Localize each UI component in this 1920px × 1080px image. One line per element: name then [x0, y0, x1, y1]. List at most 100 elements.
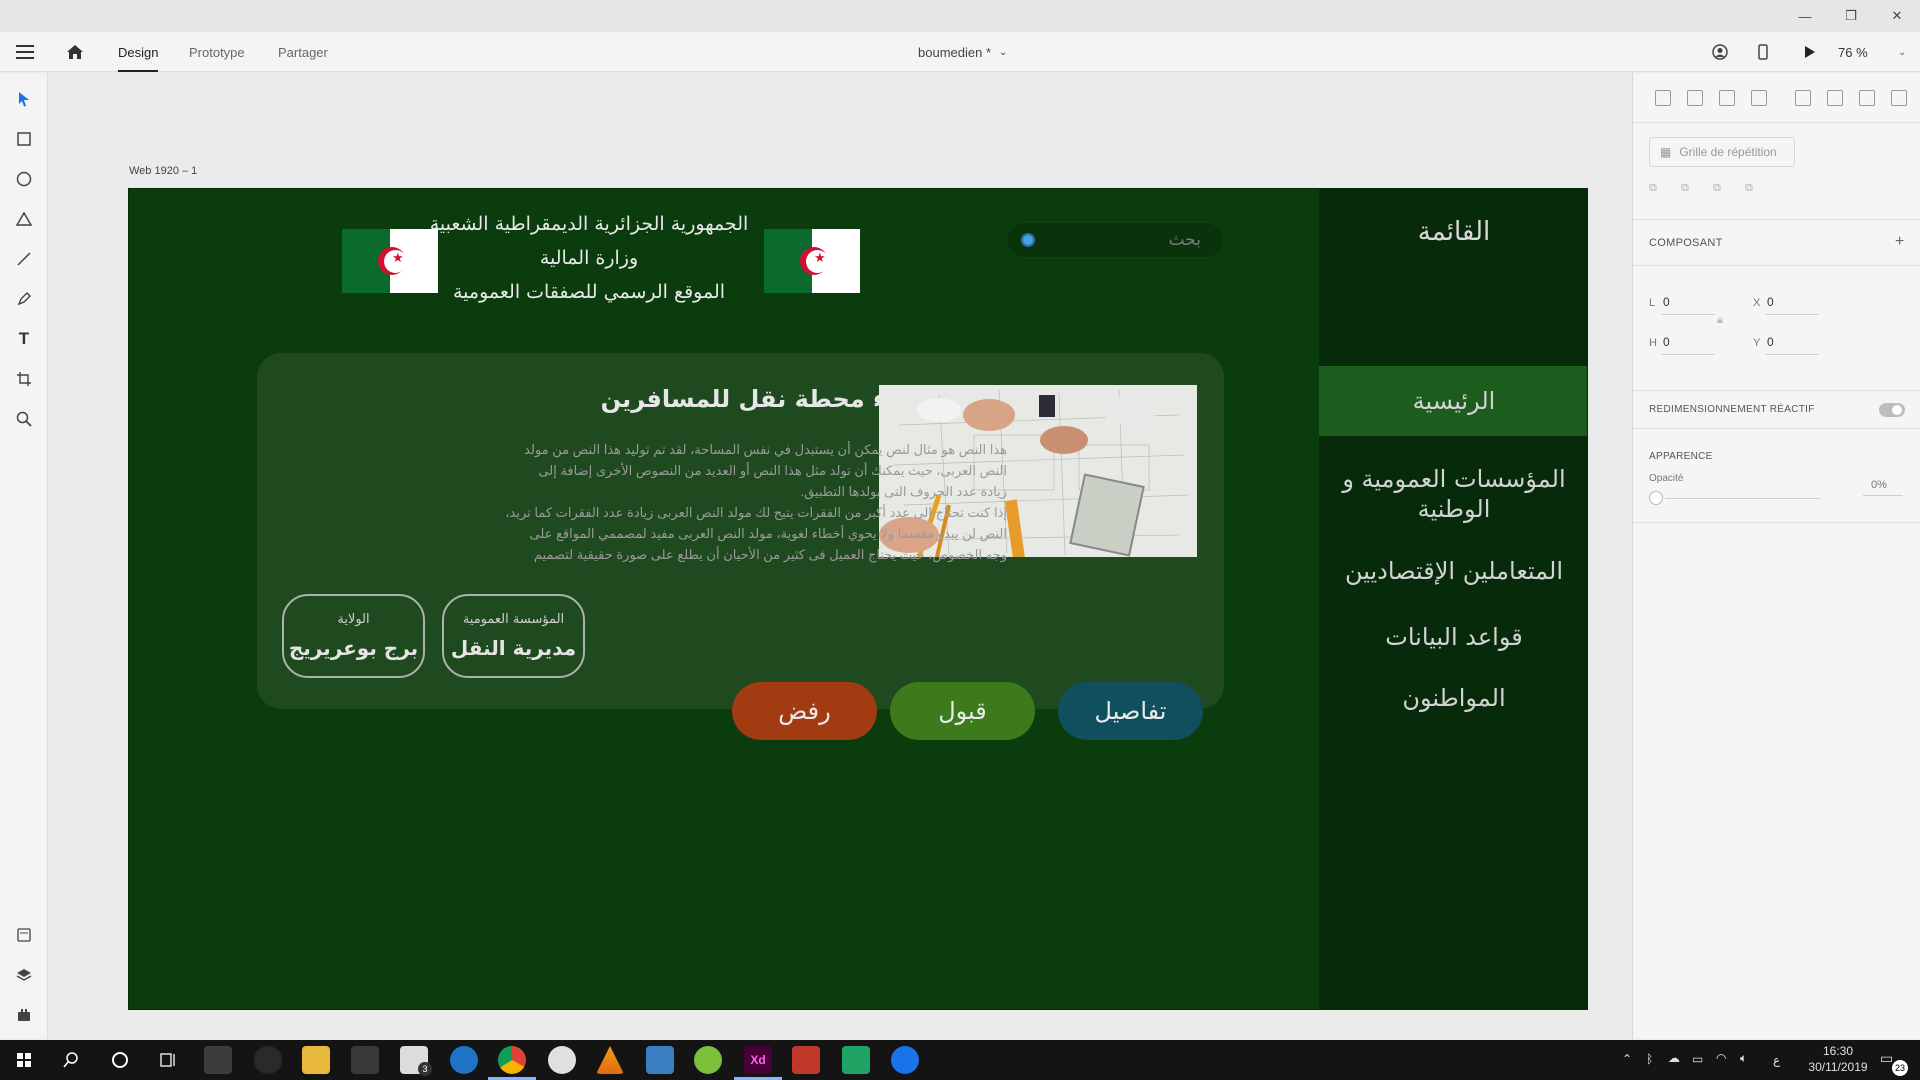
app-circle-icon[interactable] — [548, 1046, 576, 1074]
align-left-icon[interactable] — [1795, 90, 1811, 106]
boolean-intersect-icon[interactable]: ⧉ — [1713, 182, 1721, 195]
x-input[interactable]: 0 — [1767, 295, 1774, 309]
opacity-value[interactable]: 0% — [1871, 479, 1887, 491]
search-icon[interactable] — [58, 1046, 86, 1074]
tab-share[interactable]: Partager — [278, 32, 328, 72]
home-icon[interactable] — [66, 32, 84, 72]
opacity-slider-track[interactable] — [1665, 498, 1820, 499]
pen-tool-icon[interactable] — [12, 287, 36, 311]
search-input[interactable]: بحث — [1006, 222, 1224, 258]
menu-item-public-institutions[interactable]: المؤسسات العمومية و الوطنية — [1329, 464, 1579, 524]
details-button[interactable]: تفاصيل — [1058, 682, 1203, 740]
boolean-subtract-icon[interactable]: ⧉ — [1681, 182, 1689, 195]
android-studio-icon[interactable] — [694, 1046, 722, 1074]
height-input[interactable]: 0 — [1663, 335, 1670, 349]
hamburger-menu-icon[interactable] — [16, 32, 34, 72]
add-component-icon[interactable]: + — [1895, 233, 1904, 251]
header-line-ministry: وزارة المالية — [539, 247, 639, 269]
menu-item-citizens[interactable]: المواطنون — [1319, 683, 1587, 713]
windows-start-icon[interactable] — [10, 1046, 38, 1074]
accept-button[interactable]: قبول — [890, 682, 1035, 740]
lock-aspect-icon[interactable]: 🔒︎ — [1717, 314, 1723, 327]
institution-tag[interactable]: المؤسسة العمومية مديرية النقل — [442, 594, 585, 678]
restore-button[interactable]: ❐ — [1828, 0, 1874, 32]
app-green-icon[interactable] — [842, 1046, 870, 1074]
wifi-icon[interactable]: ◠ — [1716, 1051, 1726, 1065]
app-blue-icon[interactable] — [646, 1046, 674, 1074]
assets-panel-icon[interactable] — [12, 923, 36, 947]
province-tag[interactable]: الولاية برج بوعريريج — [282, 594, 425, 678]
bluetooth-icon[interactable]: ᛒ — [1646, 1052, 1653, 1066]
speedometer-icon[interactable] — [254, 1046, 282, 1074]
menu-item-economic-operators[interactable]: المتعاملين الإقتصاديين — [1319, 556, 1587, 586]
y-label: Y — [1753, 337, 1761, 349]
battery-icon[interactable]: ▭ — [1692, 1052, 1703, 1066]
repeat-grid-label: Grille de répétition — [1679, 145, 1777, 159]
text-tool-icon[interactable]: T — [12, 327, 36, 351]
zoom-tool-icon[interactable] — [12, 407, 36, 431]
document-title[interactable]: boumedien * ⌄ — [918, 32, 1007, 72]
minimize-button[interactable]: — — [1782, 0, 1828, 32]
select-tool-icon[interactable] — [12, 87, 36, 111]
align-right-icon[interactable] — [1859, 90, 1875, 106]
tab-design[interactable]: Design — [118, 32, 159, 72]
responsive-resize-toggle[interactable] — [1879, 403, 1905, 417]
align-top-icon[interactable] — [1655, 90, 1671, 106]
y-input[interactable]: 0 — [1767, 335, 1774, 349]
clock[interactable]: 16:30 30/11/2019 — [1808, 1044, 1868, 1074]
appearance-heading: APPARENCE — [1649, 451, 1713, 462]
reject-button[interactable]: رفض — [732, 682, 877, 740]
tab-prototype[interactable]: Prototype — [189, 32, 245, 72]
menu-item-databases[interactable]: قواعد البيانات — [1319, 622, 1587, 652]
calculator-icon[interactable] — [204, 1046, 232, 1074]
zoom-level[interactable]: 76 % — [1838, 32, 1868, 72]
boolean-exclude-icon[interactable]: ⧉ — [1745, 182, 1753, 195]
adobe-xd-icon[interactable]: Xd — [744, 1046, 772, 1074]
cortana-icon[interactable] — [106, 1046, 134, 1074]
align-middle-icon[interactable] — [1687, 90, 1703, 106]
mail-icon[interactable]: 3 — [400, 1046, 432, 1076]
input-language[interactable]: ع — [1773, 1053, 1780, 1067]
file-explorer-icon[interactable] — [302, 1046, 330, 1074]
menu-item-home[interactable]: الرئيسية — [1319, 366, 1587, 436]
align-center-icon[interactable] — [1827, 90, 1843, 106]
rectangle-tool-icon[interactable] — [12, 127, 36, 151]
description-line: وجه الخصوص، حيث يحتاج العميل فى كثير من … — [533, 547, 1007, 562]
layers-panel-icon[interactable] — [12, 963, 36, 987]
edge-browser-icon[interactable] — [450, 1046, 478, 1074]
vlc-icon[interactable] — [596, 1046, 624, 1074]
close-button[interactable]: ✕ — [1874, 0, 1920, 32]
opacity-label: Opacité — [1649, 473, 1684, 484]
tray-chevron-icon[interactable]: ⌃ — [1622, 1052, 1632, 1066]
task-view-icon[interactable] — [154, 1046, 182, 1074]
device-preview-icon[interactable] — [1758, 32, 1768, 72]
component-section: COMPOSANT + — [1633, 220, 1920, 266]
height-label: H — [1649, 337, 1657, 349]
teamviewer-icon[interactable] — [891, 1046, 919, 1074]
notification-center-icon[interactable]: ▭ 23 — [1880, 1050, 1908, 1076]
distribute-vertical-icon[interactable] — [1751, 90, 1767, 106]
plugins-panel-icon[interactable] — [12, 1003, 36, 1027]
artboard-web-1920[interactable]: القائمة الرئيسية المؤسسات العمومية و الو… — [128, 188, 1588, 1010]
line-tool-icon[interactable] — [12, 247, 36, 271]
onedrive-icon[interactable]: ☁ — [1668, 1051, 1680, 1065]
artboard-tool-icon[interactable] — [12, 367, 36, 391]
artboard-label[interactable]: Web 1920 – 1 — [129, 165, 197, 177]
responsive-resize-label: REDIMENSIONNEMENT RÉACTIF — [1649, 404, 1815, 415]
play-preview-icon[interactable] — [1804, 32, 1816, 72]
chrome-icon[interactable] — [498, 1046, 526, 1074]
ellipse-tool-icon[interactable] — [12, 167, 36, 191]
share-user-icon[interactable] — [1712, 32, 1728, 72]
app-red-icon[interactable] — [792, 1046, 820, 1074]
store-icon[interactable] — [351, 1046, 379, 1074]
repeat-grid-button[interactable]: ▦ Grille de répétition — [1649, 137, 1795, 167]
polygon-tool-icon[interactable] — [12, 207, 36, 231]
volume-icon[interactable]: 🔈︎ — [1740, 1051, 1747, 1066]
boolean-add-icon[interactable]: ⧉ — [1649, 182, 1657, 195]
project-card: مشروع بناء محطة نقل للمسافرين هذا النص ه… — [257, 353, 1224, 709]
width-input[interactable]: 0 — [1663, 295, 1670, 309]
align-bottom-icon[interactable] — [1719, 90, 1735, 106]
distribute-horizontal-icon[interactable] — [1891, 90, 1907, 106]
zoom-chevron-icon[interactable]: ⌄ — [1898, 32, 1906, 72]
opacity-slider-handle[interactable] — [1649, 491, 1663, 505]
